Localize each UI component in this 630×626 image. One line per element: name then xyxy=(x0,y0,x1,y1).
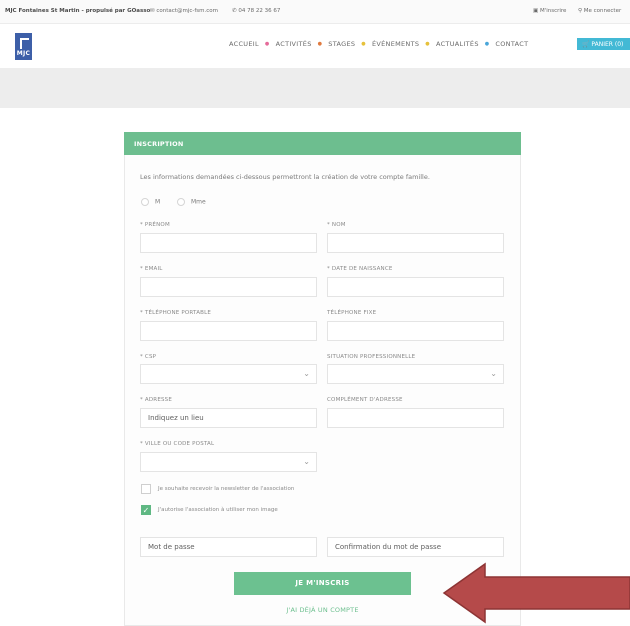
label-situation: SITUATION PROFESSIONNELLE xyxy=(327,354,416,360)
contact-email-link[interactable]: ✉ contact@mjc-fsm.com xyxy=(150,8,218,14)
chevron-down-icon: ⌄ xyxy=(303,457,310,466)
red-arrow-icon xyxy=(442,562,630,624)
image-consent-checkbox[interactable]: ✓ xyxy=(141,505,151,515)
radio-mme[interactable]: Mme xyxy=(177,198,206,206)
already-have-account-link[interactable]: J'AI DÉJÀ UN COMPTE xyxy=(234,606,411,614)
site-logo[interactable]: MJC xyxy=(15,33,32,60)
city-select[interactable]: ⌄ xyxy=(140,452,317,472)
signup-link[interactable]: ▣ M'inscrire xyxy=(533,8,566,14)
nav-item-accueil[interactable]: ACCUEIL xyxy=(229,40,259,48)
form-intro-text: Les informations demandées ci-dessous pe… xyxy=(140,173,430,181)
nav-item-actualites[interactable]: ACTUALITÉS xyxy=(436,40,479,48)
chevron-down-icon: ⌄ xyxy=(490,369,497,378)
label-complement: COMPLÉMENT D'ADRESSE xyxy=(327,397,403,403)
panel-title: INSCRIPTION xyxy=(124,132,521,155)
main-nav: ACCUEIL ● ACTIVITÉS ● STAGES ● ÉVÉNEMENTS ● ACTU… xyxy=(229,40,528,48)
nav-separator-dot: ● xyxy=(425,41,430,47)
nav-item-contact[interactable]: CONTACT xyxy=(495,40,528,48)
radio-m[interactable]: M xyxy=(141,198,160,206)
label-tel-portable: * TÉLÉPHONE PORTABLE xyxy=(140,310,212,316)
nav-separator-dot: ● xyxy=(317,41,323,47)
label-csp: * CSP xyxy=(140,354,157,360)
login-link[interactable]: ⚲ Me connecter xyxy=(578,8,621,14)
label-nom: * NOM xyxy=(327,222,346,228)
address-input[interactable]: Indiquez un lieu xyxy=(140,408,317,428)
checkmark-icon: ✓ xyxy=(142,506,150,515)
situation-select[interactable]: ⌄ xyxy=(327,364,504,384)
password-input[interactable]: Mot de passe xyxy=(140,537,317,557)
nav-item-stages[interactable]: STAGES xyxy=(328,40,355,48)
top-info-bar: MJC Fontaines St Martin - propulsé par G… xyxy=(0,0,630,24)
site-name: MJC Fontaines St Martin - propulsé par G… xyxy=(5,8,151,14)
landline-phone-input[interactable] xyxy=(327,321,504,341)
nav-separator-dot: ● xyxy=(361,41,366,47)
nav-separator-dot: ● xyxy=(264,41,270,47)
mobile-phone-input[interactable] xyxy=(140,321,317,341)
cart-icon: 🛒 xyxy=(582,41,590,48)
address-complement-input[interactable] xyxy=(327,408,504,428)
label-ville: * VILLE OU CODE POSTAL xyxy=(140,441,215,447)
nom-input[interactable] xyxy=(327,233,504,253)
newsletter-label: Je souhaite recevoir la newsletter de l'… xyxy=(158,486,295,492)
chevron-down-icon: ⌄ xyxy=(303,369,310,378)
label-adresse: * ADRESSE xyxy=(140,397,173,403)
page-banner xyxy=(0,68,630,108)
password-confirm-input[interactable]: Confirmation du mot de passe xyxy=(327,537,504,557)
nav-separator-dot: ● xyxy=(484,41,490,47)
nav-item-activites[interactable]: ACTIVITÉS xyxy=(276,40,312,48)
label-tel-fixe: TÉLÉPHONE FIXE xyxy=(327,310,377,316)
newsletter-checkbox[interactable] xyxy=(141,484,151,494)
prenom-input[interactable] xyxy=(140,233,317,253)
nav-item-evenements[interactable]: ÉVÉNEMENTS xyxy=(372,40,419,48)
arrow-shape xyxy=(442,562,630,624)
contact-phone-link[interactable]: ✆ 04 78 22 36 67 xyxy=(232,8,280,14)
label-date-naissance: * DATE DE NAISSANCE xyxy=(327,266,393,272)
email-input[interactable] xyxy=(140,277,317,297)
cart-button[interactable]: 🛒 PANIER (0) xyxy=(577,38,630,50)
label-prenom: * PRÉNOM xyxy=(140,222,170,228)
signup-submit-button[interactable]: JE M'INSCRIS xyxy=(234,572,411,595)
csp-select[interactable]: ⌄ xyxy=(140,364,317,384)
label-email: * EMAIL xyxy=(140,266,163,272)
image-consent-label: J'autorise l'association à utiliser mon … xyxy=(158,507,278,513)
birthdate-input[interactable] xyxy=(327,277,504,297)
